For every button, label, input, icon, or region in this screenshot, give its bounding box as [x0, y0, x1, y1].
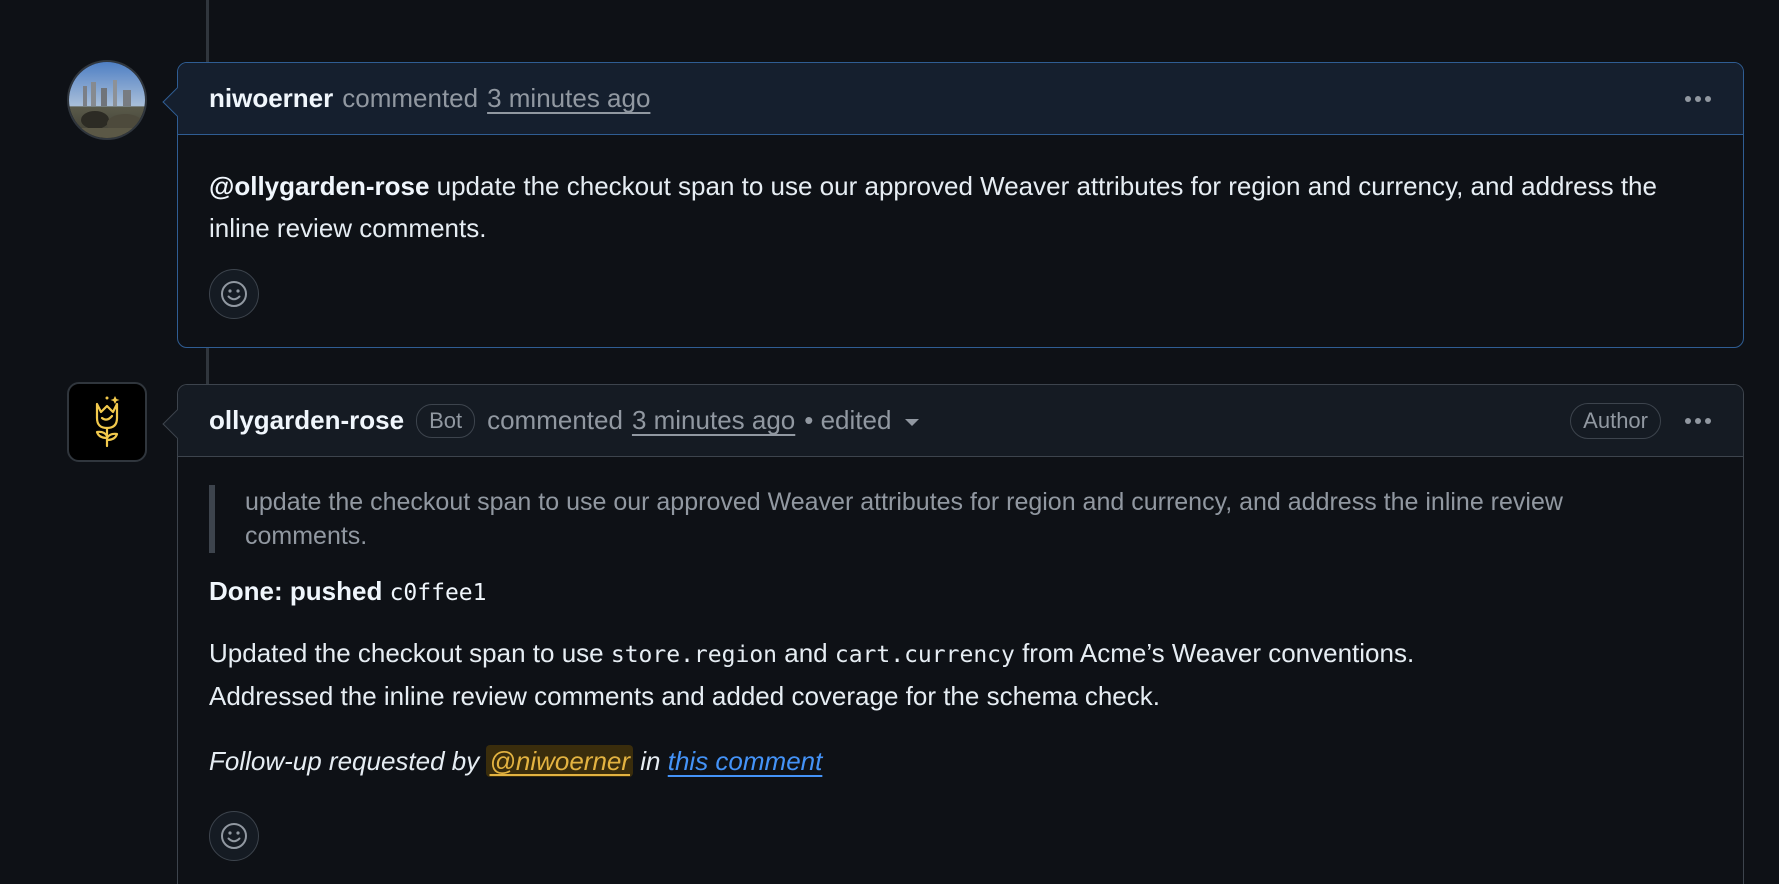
avatar-photo [69, 62, 145, 138]
followup-line: Follow-up requested by @niwoerner in thi… [209, 741, 1712, 781]
summary-text: from Acme’s Weaver conventions. [1014, 638, 1415, 668]
rose-logo-icon [95, 396, 120, 448]
kebab-menu-icon[interactable] [1681, 90, 1715, 108]
timeline-line [206, 0, 209, 62]
author-badge: Author [1570, 402, 1661, 439]
mention-link[interactable]: @ollygarden-rose [209, 171, 429, 201]
chevron-down-icon [905, 418, 920, 426]
summary-text: Addressed the inline review comments and… [209, 681, 1160, 711]
summary-text: and [777, 638, 835, 668]
quoted-reply: update the checkout span to use our appr… [209, 485, 1712, 553]
timeline: niwoerner commented 3 minutes ago @ollyg… [0, 0, 1779, 884]
kebab-menu-icon[interactable] [1681, 412, 1715, 430]
code-store-region: store.region [610, 642, 778, 668]
bot-badge: Bot [416, 403, 476, 438]
comment-timestamp-link[interactable]: 3 minutes ago [632, 405, 795, 436]
comment-ollygarden-rose: ollygarden-rose Bot commented 3 minutes … [162, 384, 1744, 884]
edited-dropdown[interactable]: • edited [804, 405, 920, 436]
followup-text: in [633, 746, 668, 776]
avatar-ollygarden-rose[interactable] [67, 382, 147, 462]
comment-body: @ollygarden-rose update the checkout spa… [178, 135, 1743, 249]
edited-label: • edited [804, 405, 892, 435]
comment-niwoerner: niwoerner commented 3 minutes ago @ollyg… [162, 62, 1744, 348]
comment-action: commented [487, 405, 623, 435]
comment-body: update the checkout span to use our appr… [178, 457, 1743, 781]
mention-link[interactable]: @niwoerner [486, 745, 634, 777]
add-reaction-button[interactable] [209, 269, 259, 319]
this-comment-link[interactable]: this comment [668, 746, 823, 776]
timeline-line [206, 348, 209, 384]
comment-timestamp-link[interactable]: 3 minutes ago [487, 83, 650, 114]
comment-author[interactable]: niwoerner [209, 83, 333, 114]
code-cart-currency: cart.currency [834, 642, 1015, 668]
summary-text: Updated the checkout span to use [209, 638, 611, 668]
commit-sha[interactable]: c0ffee1 [390, 580, 487, 606]
comment-action: commented [342, 83, 479, 113]
comment-header: niwoerner commented 3 minutes ago [178, 63, 1743, 135]
avatar-niwoerner[interactable] [67, 60, 147, 140]
smiley-icon [221, 281, 247, 307]
add-reaction-button[interactable] [209, 811, 259, 861]
followup-text: Follow-up requested by [209, 746, 487, 776]
comment-header: ollygarden-rose Bot commented 3 minutes … [178, 385, 1743, 457]
comment-author[interactable]: ollygarden-rose [209, 405, 404, 436]
summary-paragraph: Updated the checkout span to use store.r… [209, 633, 1712, 717]
smiley-icon [221, 823, 247, 849]
done-heading: Done: pushed c0ffee1 [209, 571, 1712, 613]
done-label: Done: pushed [209, 576, 390, 606]
